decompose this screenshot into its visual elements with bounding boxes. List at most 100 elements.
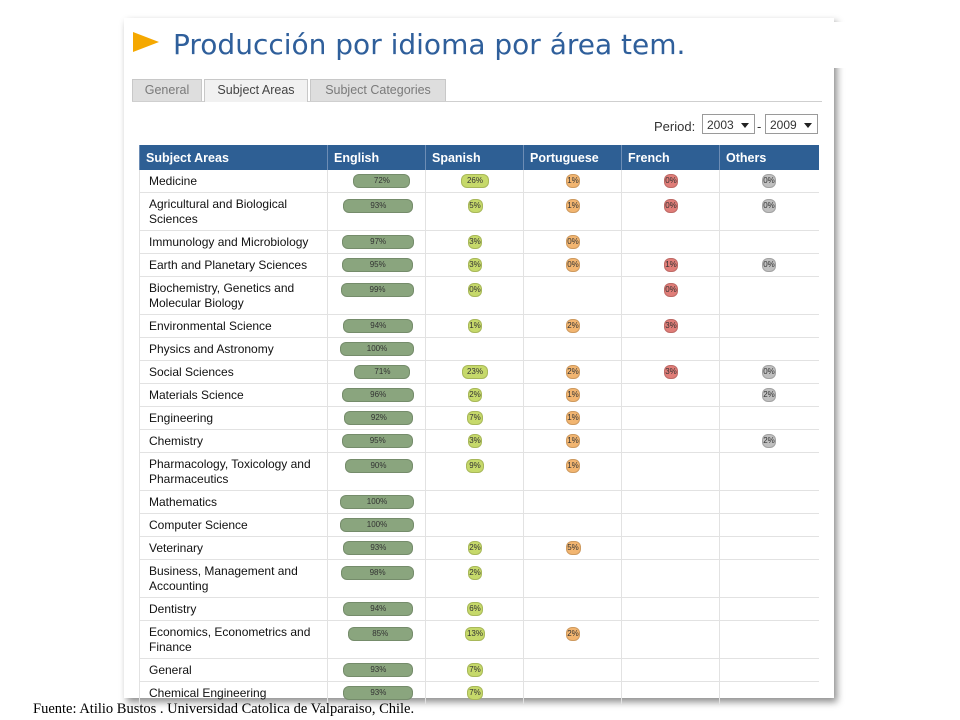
subject-area-name[interactable]: Biochemistry, Genetics and Molecular Bio… <box>139 276 328 315</box>
percentage-bar[interactable]: 0% <box>762 199 776 213</box>
percentage-bar[interactable]: 1% <box>566 174 580 188</box>
cell-portuguese: 1% <box>523 429 622 453</box>
subject-area-name[interactable]: General <box>139 658 328 682</box>
percentage-bar[interactable]: 9% <box>466 459 484 473</box>
percentage-bar[interactable]: 2% <box>468 541 482 555</box>
percentage-bar[interactable]: 97% <box>342 235 415 249</box>
percentage-bar[interactable]: 23% <box>462 365 488 379</box>
percentage-bar[interactable]: 0% <box>762 174 776 188</box>
subject-area-name[interactable]: Earth and Planetary Sciences <box>139 253 328 277</box>
percentage-bar[interactable]: 6% <box>467 602 483 616</box>
subject-area-name[interactable]: Chemistry <box>139 429 328 453</box>
column-header-french[interactable]: French <box>621 145 720 170</box>
percentage-bar[interactable]: 2% <box>762 434 776 448</box>
percentage-bar[interactable]: 94% <box>343 319 414 333</box>
subject-area-name[interactable]: Medicine <box>139 170 328 193</box>
percentage-bar[interactable]: 100% <box>340 495 414 509</box>
percentage-bar[interactable]: 2% <box>468 566 482 580</box>
percentage-bar[interactable]: 93% <box>343 663 414 677</box>
subject-area-name[interactable]: Materials Science <box>139 383 328 407</box>
subject-area-name[interactable]: Business, Management and Accounting <box>139 559 328 598</box>
column-header-spanish[interactable]: Spanish <box>425 145 524 170</box>
percentage-bar[interactable]: 7% <box>467 686 483 700</box>
cell-spanish: 1% <box>425 314 524 338</box>
percentage-bar[interactable]: 85% <box>347 627 413 641</box>
percentage-bar[interactable]: 1% <box>566 411 580 425</box>
cell-portuguese: 0% <box>523 230 622 254</box>
cell-spanish: 7% <box>425 681 524 705</box>
percentage-bar[interactable]: 95% <box>342 434 414 448</box>
percentage-bar[interactable]: 0% <box>762 365 776 379</box>
percentage-bar[interactable]: 5% <box>467 199 483 213</box>
percentage-bar[interactable]: 93% <box>343 199 414 213</box>
percentage-bar[interactable]: 2% <box>468 388 482 402</box>
subject-area-name[interactable]: Social Sciences <box>139 360 328 384</box>
percentage-bar[interactable]: 2% <box>566 627 580 641</box>
subject-area-name[interactable]: Veterinary <box>139 536 328 560</box>
percentage-bar[interactable]: 72% <box>353 174 411 188</box>
percentage-bar[interactable]: 13% <box>465 627 485 641</box>
percentage-bar[interactable]: 1% <box>664 258 678 272</box>
percentage-bar[interactable]: 0% <box>566 235 580 249</box>
subject-area-name[interactable]: Dentistry <box>139 597 328 621</box>
subject-area-name[interactable]: Mathematics <box>139 490 328 514</box>
period-to-select[interactable]: 2009 <box>765 114 818 134</box>
percentage-bar[interactable]: 1% <box>468 319 482 333</box>
period-from-select[interactable]: 2003 <box>702 114 755 134</box>
percentage-bar[interactable]: 5% <box>565 541 581 555</box>
percentage-bar[interactable]: 100% <box>340 518 414 532</box>
percentage-bar[interactable]: 3% <box>468 235 482 249</box>
cell-others <box>719 658 819 682</box>
percentage-bar[interactable]: 2% <box>566 365 580 379</box>
percentage-bar[interactable]: 71% <box>354 365 411 379</box>
percentage-bar[interactable]: 100% <box>340 342 414 356</box>
percentage-bar[interactable]: 93% <box>343 541 414 555</box>
tab-subject-areas[interactable]: Subject Areas <box>204 79 308 102</box>
subject-area-name[interactable]: Immunology and Microbiology <box>139 230 328 254</box>
tab-subject-categories[interactable]: Subject Categories <box>310 79 446 101</box>
cell-english: 93% <box>327 192 426 231</box>
column-header-subject-areas[interactable]: Subject Areas <box>139 145 328 170</box>
percentage-bar[interactable]: 1% <box>566 459 580 473</box>
percentage-bar[interactable]: 3% <box>468 434 482 448</box>
percentage-bar[interactable]: 93% <box>343 686 414 700</box>
cell-french: 3% <box>621 360 720 384</box>
percentage-bar[interactable]: 94% <box>343 602 414 616</box>
percentage-bar[interactable]: 0% <box>762 258 776 272</box>
percentage-bar[interactable]: 99% <box>341 283 415 297</box>
subject-area-name[interactable]: Computer Science <box>139 513 328 537</box>
percentage-bar[interactable]: 1% <box>566 388 580 402</box>
cell-portuguese: 0% <box>523 253 622 277</box>
subject-area-name[interactable]: Economics, Econometrics and Finance <box>139 620 328 659</box>
percentage-bar[interactable]: 1% <box>566 199 580 213</box>
percentage-bar[interactable]: 96% <box>342 388 415 402</box>
percentage-bar[interactable]: 2% <box>566 319 580 333</box>
column-header-others[interactable]: Others <box>719 145 819 170</box>
percentage-bar[interactable]: 90% <box>344 459 413 473</box>
table-body: Medicine 72% 26% 1% 0% 0% Agricultural and Bio… <box>139 170 819 705</box>
subject-area-name[interactable]: Pharmacology, Toxicology and Pharmaceuti… <box>139 452 328 491</box>
percentage-bar[interactable]: 1% <box>566 434 580 448</box>
subject-area-name[interactable]: Physics and Astronomy <box>139 337 328 361</box>
percentage-bar[interactable]: 0% <box>468 283 482 297</box>
percentage-bar[interactable]: 95% <box>342 258 414 272</box>
percentage-bar[interactable]: 7% <box>467 663 483 677</box>
percentage-bar[interactable]: 0% <box>566 258 580 272</box>
column-header-portuguese[interactable]: Portuguese <box>523 145 622 170</box>
percentage-bar[interactable]: 98% <box>341 566 415 580</box>
percentage-bar[interactable]: 0% <box>664 283 678 297</box>
percentage-bar[interactable]: 0% <box>664 174 678 188</box>
subject-area-name[interactable]: Environmental Science <box>139 314 328 338</box>
percentage-bar[interactable]: 3% <box>664 365 678 379</box>
percentage-bar[interactable]: 26% <box>461 174 489 188</box>
percentage-bar[interactable]: 3% <box>468 258 482 272</box>
column-header-english[interactable]: English <box>327 145 426 170</box>
tab-general[interactable]: General <box>132 79 202 101</box>
percentage-bar[interactable]: 2% <box>762 388 776 402</box>
subject-area-name[interactable]: Engineering <box>139 406 328 430</box>
percentage-bar[interactable]: 7% <box>467 411 483 425</box>
subject-area-name[interactable]: Agricultural and Biological Sciences <box>139 192 328 231</box>
percentage-bar[interactable]: 0% <box>664 199 678 213</box>
percentage-bar[interactable]: 92% <box>344 411 414 425</box>
percentage-bar[interactable]: 3% <box>664 319 678 333</box>
